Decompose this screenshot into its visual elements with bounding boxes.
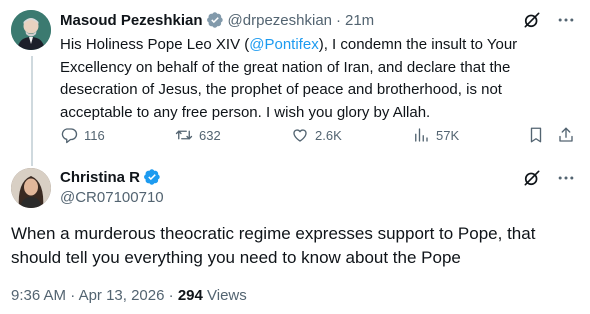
repost-button[interactable]: 632 bbox=[175, 126, 221, 144]
separator-dot: · bbox=[168, 287, 174, 304]
separator-dot: · bbox=[70, 287, 76, 304]
verified-badge-icon bbox=[143, 168, 161, 186]
share-icon bbox=[559, 127, 573, 142]
parent-tweet[interactable]: Masoud Pezeshkian @drpezeshkian · 21m Hi… bbox=[0, 0, 590, 166]
main-tweet-header: Christina R bbox=[60, 168, 161, 186]
tweet-meta: 9:36 AM · Apr 13, 2026 · 294 Views bbox=[11, 287, 247, 304]
tweet-text-part: His Holiness Pope Leo XIV ( bbox=[60, 36, 250, 53]
views-icon bbox=[415, 128, 428, 142]
like-count: 2.6K bbox=[315, 127, 342, 143]
reply-count: 116 bbox=[84, 127, 105, 143]
verified-badge-icon bbox=[206, 11, 224, 29]
main-tweet-top-icons bbox=[522, 168, 576, 188]
separator-dot: · bbox=[336, 11, 341, 29]
avatar[interactable] bbox=[11, 10, 51, 50]
repost-count: 632 bbox=[199, 127, 221, 143]
mention-link[interactable]: @Pontifex bbox=[249, 36, 318, 53]
author-name[interactable]: Christina R bbox=[60, 169, 140, 186]
repost-icon bbox=[175, 130, 193, 140]
author-name[interactable]: Masoud Pezeshkian bbox=[60, 12, 203, 29]
reply-icon bbox=[61, 128, 78, 144]
avatar[interactable] bbox=[11, 168, 51, 208]
main-tweet-text: When a murderous theocratic regime expre… bbox=[11, 224, 536, 267]
views-count: 294 bbox=[177, 287, 203, 304]
avatar-christina-image bbox=[11, 168, 51, 208]
parent-tweet-top-icons bbox=[522, 10, 576, 30]
reply-button[interactable]: 116 bbox=[60, 126, 105, 144]
heart-icon bbox=[293, 129, 307, 142]
parent-tweet-actions: 116 632 2.6K 57K bbox=[60, 124, 580, 146]
views-button[interactable]: 57K bbox=[412, 126, 459, 144]
tweet-time[interactable]: 21m bbox=[345, 12, 374, 29]
thread-line bbox=[31, 56, 33, 166]
parent-tweet-text: His Holiness Pope Leo XIV (@Pontifex), I… bbox=[60, 34, 572, 124]
grok-icon[interactable] bbox=[522, 10, 542, 30]
author-handle[interactable]: @CR07100710 bbox=[60, 189, 164, 206]
tweet-date[interactable]: Apr 13, 2026 bbox=[79, 287, 165, 304]
like-button[interactable]: 2.6K bbox=[291, 126, 342, 144]
bookmark-icon bbox=[530, 127, 542, 143]
views-label: Views bbox=[207, 287, 247, 304]
bookmark-button[interactable] bbox=[527, 126, 545, 144]
tweet-thread: Masoud Pezeshkian @drpezeshkian · 21m Hi… bbox=[0, 0, 590, 314]
more-icon[interactable] bbox=[556, 168, 576, 188]
tweet-timestamp[interactable]: 9:36 AM bbox=[11, 287, 66, 304]
author-handle[interactable]: @drpezeshkian bbox=[228, 12, 332, 29]
more-icon[interactable] bbox=[556, 10, 576, 30]
avatar-pezeshkian-image bbox=[11, 10, 51, 50]
parent-tweet-header: Masoud Pezeshkian @drpezeshkian · 21m bbox=[60, 10, 374, 30]
grok-icon[interactable] bbox=[522, 168, 542, 188]
share-button[interactable] bbox=[557, 126, 575, 144]
views-count: 57K bbox=[436, 127, 460, 143]
